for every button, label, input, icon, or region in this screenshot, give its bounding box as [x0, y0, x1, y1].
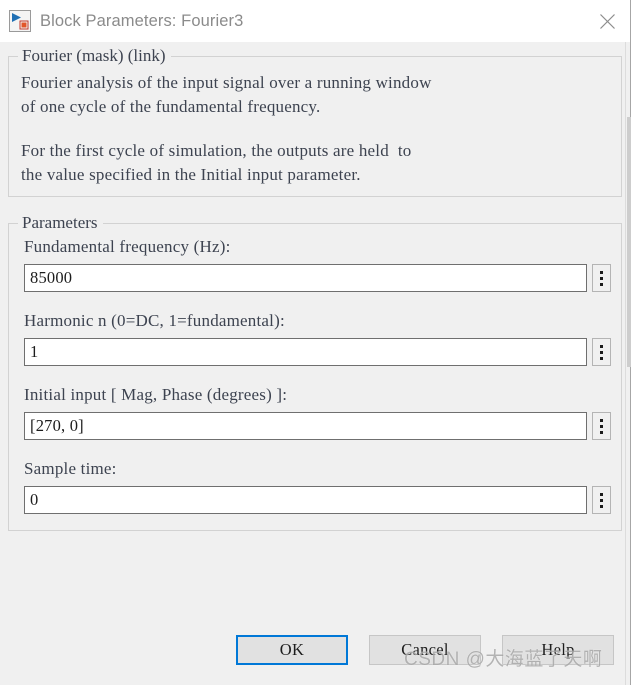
label-sample-time: Sample time:	[24, 459, 117, 478]
ok-button[interactable]: OK	[236, 635, 348, 665]
sample-time-more-button[interactable]	[592, 486, 611, 514]
field-row-initial-input	[19, 412, 611, 440]
block-parameters-dialog: Block Parameters: Fourier3 Fourier (mask…	[0, 0, 631, 685]
field-row-harmonic-n	[19, 338, 611, 366]
label-initial-input: Initial input [ Mag, Phase (degrees) ]:	[24, 385, 288, 404]
harmonic-n-input[interactable]	[24, 338, 587, 366]
cancel-button[interactable]: Cancel	[369, 635, 481, 665]
dialog-footer: OK Cancel Help	[8, 629, 622, 685]
initial-input-more-button[interactable]	[592, 412, 611, 440]
simulink-block-icon	[9, 10, 31, 32]
field-row-fundamental-frequency	[19, 264, 611, 292]
harmonic-n-more-button[interactable]	[592, 338, 611, 366]
parameters-group-legend: Parameters	[18, 213, 103, 233]
description-paragraph-1: Fourier analysis of the input signal ove…	[21, 73, 432, 116]
help-button[interactable]: Help	[502, 635, 614, 665]
window-title: Block Parameters: Fourier3	[40, 11, 244, 30]
vertical-scrollbar[interactable]	[625, 42, 631, 685]
field-row-sample-time	[19, 486, 611, 514]
description-paragraph-2: For the first cycle of simulation, the o…	[21, 141, 412, 184]
fundamental-frequency-input[interactable]	[24, 264, 587, 292]
initial-input-input[interactable]	[24, 412, 587, 440]
description-group-legend: Fourier (mask) (link)	[18, 46, 171, 66]
parameters-group: Parameters Fundamental frequency (Hz): H…	[8, 213, 622, 531]
sample-time-input[interactable]	[24, 486, 587, 514]
title-bar: Block Parameters: Fourier3	[0, 0, 630, 42]
fundamental-frequency-more-button[interactable]	[592, 264, 611, 292]
label-harmonic-n: Harmonic n (0=DC, 1=fundamental):	[24, 311, 285, 330]
scrollbar-thumb[interactable]	[627, 117, 631, 367]
dialog-content: Fourier (mask) (link) Fourier analysis o…	[0, 42, 630, 685]
close-icon[interactable]	[584, 0, 630, 42]
label-fundamental-frequency: Fundamental frequency (Hz):	[24, 237, 231, 256]
description-group: Fourier (mask) (link) Fourier analysis o…	[8, 46, 622, 197]
